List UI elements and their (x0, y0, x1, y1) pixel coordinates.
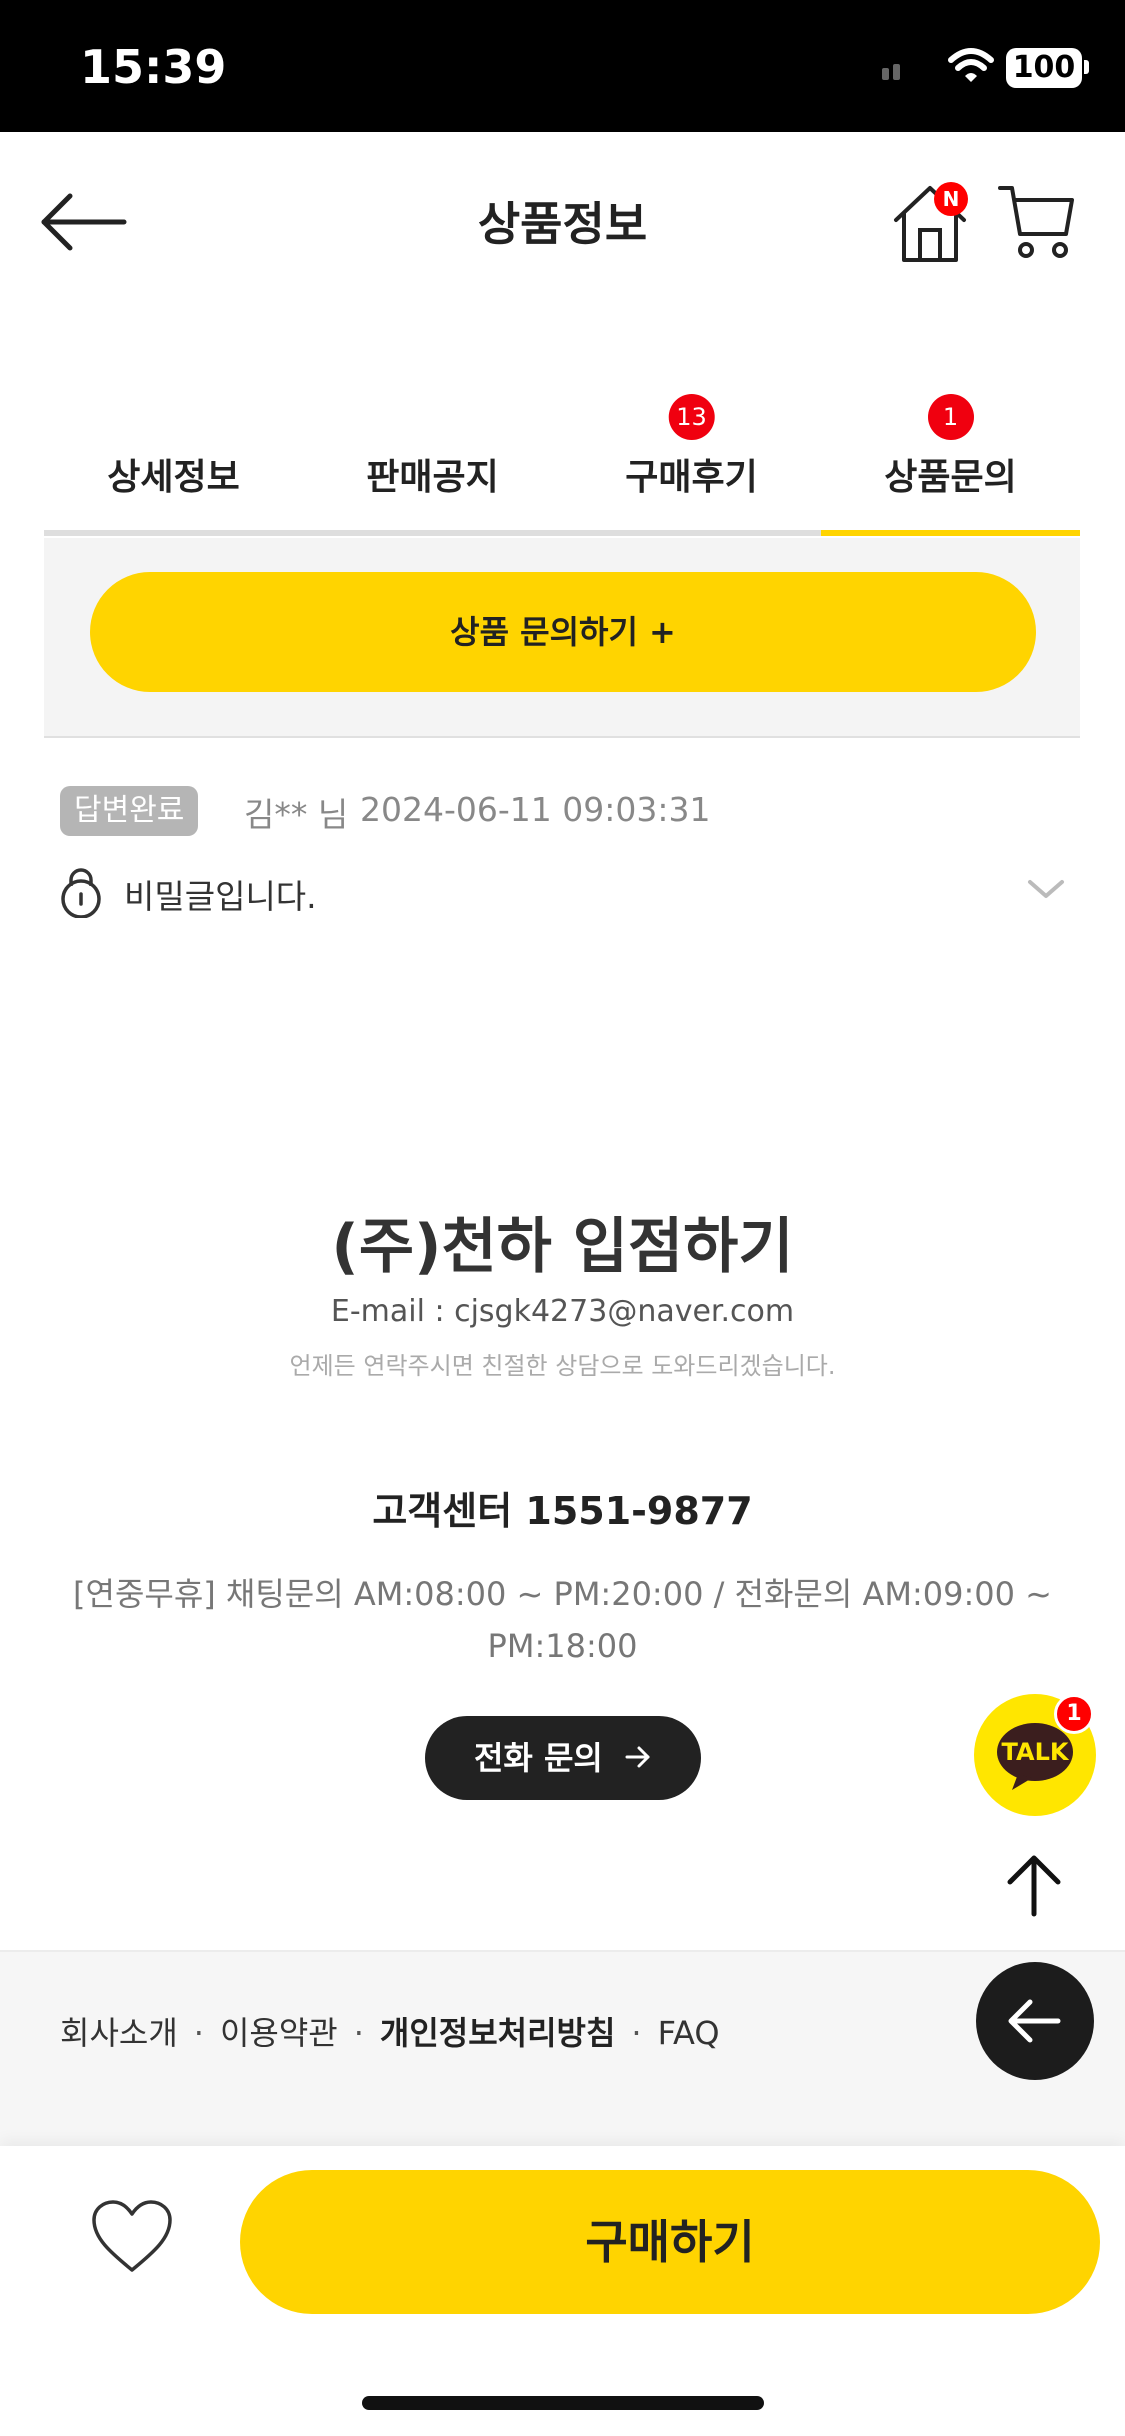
tab-label: 상품문의 (884, 457, 1017, 498)
write-inquiry-button[interactable]: 상품 문의하기 + (90, 572, 1036, 692)
wifi-icon (948, 48, 994, 88)
promo-title: (주)천하 입점하기 (331, 1212, 794, 1282)
customer-center-hours: [연중무휴] 채팅문의 AM:08:00 ~ PM:20:00 / 전화문의 A… (73, 1575, 1052, 1665)
status-time: 15:39 (80, 40, 227, 94)
answered-status-badge: 답변완료 (60, 786, 199, 836)
active-tab-indicator (821, 530, 1080, 536)
footer-link-faq[interactable]: FAQ (658, 2014, 720, 2052)
footer-links: 회사소개 · 이용약관 · 개인정보처리방침 · FAQ (60, 2008, 720, 2054)
tab-detail[interactable]: 상세정보 (44, 380, 303, 540)
qa-date: 2024-06-11 09:03:31 (360, 790, 711, 829)
tab-label: 판매공지 (366, 457, 499, 498)
status-bar: 15:39 100 (0, 0, 1125, 132)
arrow-right-icon (624, 1718, 652, 1802)
floating-back-button[interactable] (976, 1962, 1094, 2080)
footer-separator: · (631, 2014, 642, 2052)
footer-separator: · (193, 2014, 204, 2052)
cart-icon[interactable] (996, 182, 1076, 266)
signal-icon (880, 62, 908, 84)
tab-bar: 상세정보 판매공지 13 구매후기 1 상품문의 (44, 380, 1080, 540)
footer-link-terms[interactable]: 이용약관 (220, 2014, 338, 2052)
secret-post-text: 비밀글입니다. (124, 877, 317, 916)
header: 상품정보 N (0, 132, 1125, 312)
talk-label: TALK (1002, 1738, 1070, 1766)
inquiry-count-badge: 1 (927, 394, 974, 440)
call-inquiry-button[interactable]: 전화 문의 (425, 1716, 701, 1800)
footer: 회사소개 · 이용약관 · 개인정보처리방침 · FAQ (0, 1950, 1125, 2146)
scroll-to-top-icon[interactable] (1000, 1852, 1068, 1924)
promo-subtitle: 언제든 연락주시면 친절한 상담으로 도와드리겠습니다. (289, 1352, 836, 1380)
promo-email: E-mail : cjsgk4273@naver.com (330, 1294, 795, 1329)
lock-icon (58, 866, 104, 922)
chevron-down-icon[interactable] (1026, 878, 1066, 906)
buy-button[interactable]: 구매하기 (240, 2170, 1100, 2314)
customer-center-title: 고객센터 1551-9877 (372, 1489, 753, 1533)
talk-notification-badge: 1 (1054, 1694, 1094, 1734)
footer-separator: · (353, 2014, 364, 2052)
tab-label: 상세정보 (107, 457, 240, 498)
call-button-label: 전화 문의 (473, 1739, 603, 1777)
tab-reviews[interactable]: 13 구매후기 (562, 380, 821, 540)
tab-label: 구매후기 (625, 457, 758, 498)
battery-tip (1084, 60, 1089, 74)
footer-link-privacy[interactable]: 개인정보처리방침 (380, 2014, 616, 2052)
home-new-badge: N (934, 182, 968, 216)
back-arrow-icon (1006, 1996, 1064, 2050)
heart-icon[interactable] (90, 2198, 174, 2278)
qa-author: 김** 님 (244, 795, 349, 834)
review-count-badge: 13 (668, 394, 715, 440)
bottom-action-bar: 구매하기 (0, 2146, 1125, 2436)
tab-inquiry[interactable]: 1 상품문의 (821, 380, 1080, 540)
battery-icon: 100 (1006, 48, 1082, 88)
footer-link-company[interactable]: 회사소개 (60, 2014, 178, 2052)
home-indicator (362, 2396, 764, 2410)
tab-notice[interactable]: 판매공지 (303, 380, 562, 540)
